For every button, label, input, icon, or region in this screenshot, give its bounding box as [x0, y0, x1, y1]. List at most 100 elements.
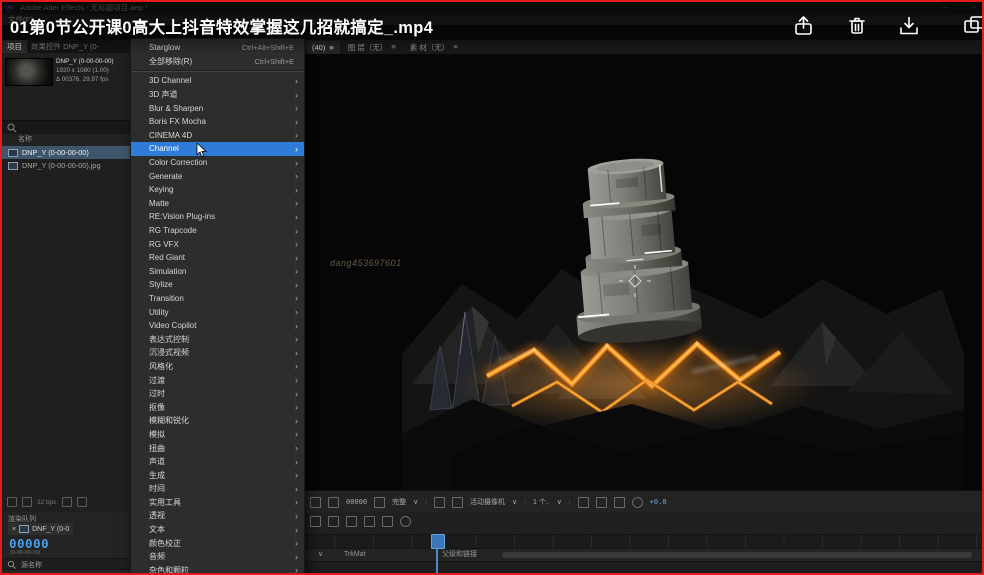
timeline-jump-icon[interactable] — [614, 497, 625, 508]
mouse-cursor — [196, 143, 207, 158]
effects-menu-category[interactable]: 风格化 › — [131, 360, 304, 374]
effects-menu-category[interactable]: RG Trapcode › — [131, 224, 304, 238]
effects-menu-category[interactable]: 抠像 › — [131, 400, 304, 414]
effects-menu-category[interactable]: Blur & Sharpen › — [131, 101, 304, 115]
share-icon[interactable] — [792, 14, 816, 38]
column-trkmat[interactable]: TrkMat — [344, 549, 366, 561]
effects-menu-recent-item[interactable]: Starglow Ctrl+Alt+Shift+E — [131, 41, 304, 55]
tab-timeline-comp[interactable]: × DNF_Y (0-0 — [8, 523, 73, 535]
safe-margins-icon[interactable] — [374, 497, 385, 508]
project-item-row[interactable]: DNP_Y (0-00-00-00) — [2, 146, 130, 159]
effects-menu-category[interactable]: 3D 声道 › — [131, 88, 304, 102]
effects-menu-category[interactable]: 透视 › — [131, 509, 304, 523]
panel-menu-icon[interactable]: ≡ — [329, 43, 333, 52]
new-composition-icon[interactable] — [62, 497, 72, 507]
effects-menu-category[interactable]: 声道 › — [131, 455, 304, 469]
frame-blend-icon[interactable] — [364, 516, 375, 527]
effects-menu-category[interactable]: 沉浸式视频 › — [131, 346, 304, 360]
tab-layer[interactable]: 图 层（无） ≡ — [342, 40, 402, 55]
tab-composition[interactable]: (40) ≡ — [306, 41, 340, 54]
column-parent-link[interactable]: 父级和链接 — [442, 549, 477, 561]
motion-blur-icon[interactable] — [382, 516, 393, 527]
effects-menu-category[interactable]: 扭曲 › — [131, 441, 304, 455]
effects-menu-category[interactable]: Boris FX Mocha › — [131, 115, 304, 129]
tab-project[interactable]: 项目 — [2, 40, 27, 53]
effects-menu-category[interactable]: 音频 › — [131, 550, 304, 564]
composition-mini-icon[interactable] — [310, 516, 321, 527]
effects-menu-category[interactable]: Keying › — [131, 183, 304, 197]
chevron-right-icon: › — [295, 158, 304, 168]
effects-menu-category[interactable]: 实用工具 › — [131, 496, 304, 510]
effects-menu-category[interactable]: Color Correction › — [131, 156, 304, 170]
new-folder-icon[interactable] — [22, 497, 32, 507]
project-bit-depth[interactable]: 32 bpc — [37, 499, 57, 506]
tab-effect-controls[interactable]: 效果控件 DNP_Y (0- — [27, 40, 103, 53]
maximize-icon[interactable]: □ — [958, 2, 962, 14]
effects-menu-category[interactable]: 过渡 › — [131, 373, 304, 387]
effects-menu-category[interactable]: Stylize › — [131, 278, 304, 292]
effects-menu-category[interactable]: 杂色和颗粒 › — [131, 564, 304, 575]
gear-icon[interactable] — [632, 497, 643, 508]
pip-icon[interactable] — [962, 14, 984, 38]
view-layout-select[interactable]: 1 个.. — [533, 497, 550, 507]
trash-icon[interactable] — [77, 497, 87, 507]
effects-menu-category[interactable]: Channel › — [131, 142, 304, 156]
pixel-aspect-icon[interactable] — [578, 497, 589, 508]
effects-menu-category[interactable]: 模拟 › — [131, 428, 304, 442]
column-source-name[interactable]: 源名称 — [21, 560, 42, 570]
effects-menu-category[interactable]: Simulation › — [131, 265, 304, 279]
effects-menu-category[interactable]: 生成 › — [131, 468, 304, 482]
fast-previews-icon[interactable] — [596, 497, 607, 508]
hide-shy-icon[interactable] — [346, 516, 357, 527]
tab-footage[interactable]: 素 材（无） ≡ — [404, 40, 464, 55]
dropdown-icon[interactable]: ∨ — [413, 498, 418, 506]
effects-menu-category[interactable]: Red Giant › — [131, 251, 304, 265]
magnification-icon[interactable] — [328, 497, 339, 508]
transparency-grid-icon[interactable] — [452, 497, 463, 508]
effects-menu-category[interactable]: RG VFX › — [131, 237, 304, 251]
effects-menu-category[interactable]: 过时 › — [131, 387, 304, 401]
effects-menu-category[interactable]: Matte › — [131, 197, 304, 211]
camera-select[interactable]: 活动摄像机 — [470, 497, 505, 507]
layer-row[interactable]: ▶ DNF_Y (0-0 — [2, 569, 130, 575]
time-navigator-bar[interactable] — [502, 552, 972, 558]
dropdown-icon[interactable]: ∨ — [557, 498, 562, 506]
region-of-interest-icon[interactable] — [434, 497, 445, 508]
effects-menu-category[interactable]: Video Copilot › — [131, 319, 304, 333]
effects-menu-category[interactable]: 时间 › — [131, 482, 304, 496]
download-icon[interactable] — [897, 14, 921, 38]
project-item-row[interactable]: DNP_Y (0-00-00-00).jpg — [2, 159, 130, 172]
effects-menu-category[interactable]: 3D Channel › — [131, 74, 304, 88]
trash-icon[interactable] — [845, 14, 869, 38]
viewer-frame-field[interactable]: 00000 — [346, 498, 367, 506]
panel-menu-icon[interactable]: ≡ — [391, 42, 395, 53]
current-frame-counter[interactable]: 00000 — [9, 536, 49, 551]
effects-menu-category[interactable]: 模糊和锐化 › — [131, 414, 304, 428]
time-ruler[interactable] — [302, 534, 982, 549]
effects-menu-category[interactable]: 文本 › — [131, 523, 304, 537]
panel-menu-icon[interactable]: ≡ — [453, 42, 457, 53]
effects-menu-category[interactable]: Generate › — [131, 169, 304, 183]
draft-3d-icon[interactable] — [328, 516, 339, 527]
effects-menu-category[interactable]: CINEMA 4D › — [131, 129, 304, 143]
effects-menu-category[interactable]: RE:Vision Plug-ins › — [131, 210, 304, 224]
project-search-field[interactable] — [2, 120, 130, 135]
close-icon[interactable]: × — [972, 2, 976, 14]
dropdown-icon[interactable]: ∨ — [318, 549, 323, 561]
footage-interpret-icon[interactable] — [7, 497, 17, 507]
close-tab-icon[interactable]: × — [12, 526, 16, 533]
playhead-handle[interactable] — [431, 534, 445, 549]
effects-menu-category[interactable]: 颜色校正 › — [131, 536, 304, 550]
effects-menu-category[interactable]: Transition › — [131, 292, 304, 306]
exposure-value[interactable]: +0.0 — [650, 498, 667, 506]
timeline-track-area[interactable] — [302, 561, 982, 573]
graph-editor-icon[interactable] — [400, 516, 411, 527]
composition-viewport[interactable]: dang453697601 — [302, 54, 982, 490]
dropdown-icon[interactable]: ∨ — [512, 498, 517, 506]
effects-menu-category[interactable]: Utility › — [131, 305, 304, 319]
resolution-select[interactable]: 完整 — [392, 497, 406, 507]
effects-menu-recent-item[interactable]: 全部移除(R) Ctrl+Shift+E — [131, 55, 304, 69]
effects-menu-category[interactable]: 表达式控制 › — [131, 332, 304, 346]
minimize-icon[interactable]: — — [942, 2, 949, 14]
always-preview-icon[interactable] — [310, 497, 321, 508]
